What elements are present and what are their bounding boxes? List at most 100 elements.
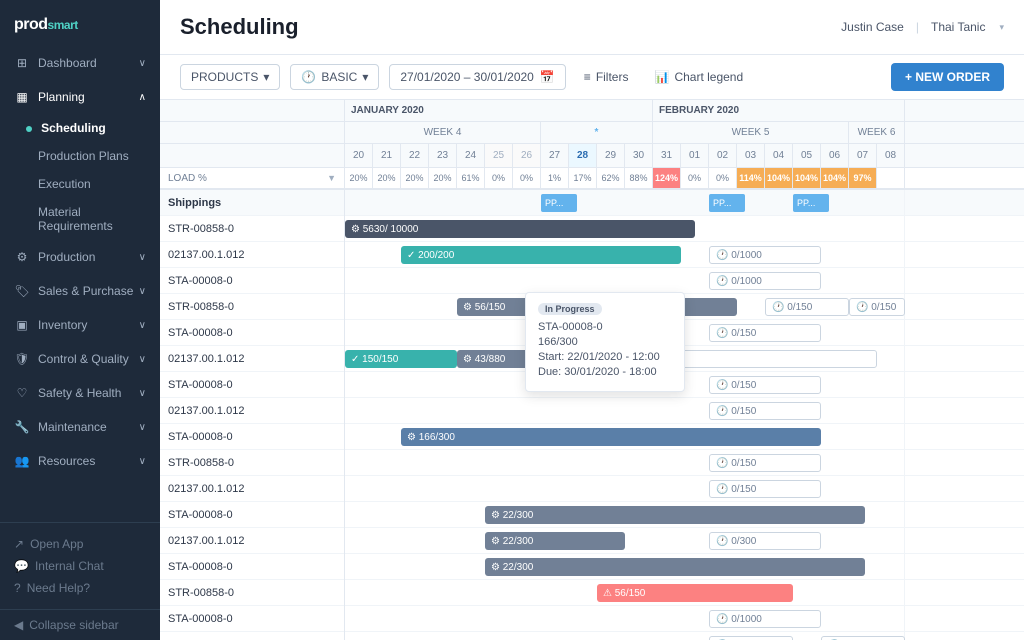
day-30: 30 xyxy=(625,144,653,167)
day-06: 06 xyxy=(821,144,849,167)
load-17: 17% xyxy=(569,168,597,188)
bar-sta-7[interactable]: 🕐 0/1000 xyxy=(709,610,821,628)
external-icon: ↗ xyxy=(14,537,24,551)
bar-str-2c[interactable]: 🕐 0/150 xyxy=(765,298,849,316)
bar-sta-1[interactable]: 🕐 0/1000 xyxy=(709,272,821,290)
chevron-down-icon: ∨ xyxy=(139,456,146,467)
filter-icon: ≡ xyxy=(584,70,591,84)
02137-4-cells: 🕐 0/150 xyxy=(345,476,905,501)
filters-button[interactable]: ≡ Filters xyxy=(576,65,637,89)
sidebar-item-inventory[interactable]: ▣ Inventory ∨ xyxy=(0,308,160,342)
chart-legend-button[interactable]: 📊 Chart legend xyxy=(646,65,751,89)
gantt-chart: LOAD % ▼ Shippings STR-00858-0 02137.00.… xyxy=(160,100,1024,640)
main-content: Scheduling Justin Case | Thai Tanic ▾ PR… xyxy=(160,0,1024,640)
load-1: 1% xyxy=(541,168,569,188)
chevron-down-icon: ∨ xyxy=(139,422,146,433)
bar-sta-4[interactable]: ⚙ 166/300 xyxy=(401,428,821,446)
new-order-button[interactable]: + NEW ORDER xyxy=(891,63,1004,91)
sidebar-item-sales-purchase[interactable]: 🏷 Sales & Purchase ∨ xyxy=(0,274,160,308)
need-help-link[interactable]: ? Need Help? xyxy=(14,577,146,599)
sidebar-item-production[interactable]: ⚙ Production ∨ xyxy=(0,240,160,274)
bar-str-1[interactable]: ⚙ 5630/ 10000 xyxy=(345,220,695,238)
sidebar-subitem-scheduling[interactable]: Scheduling xyxy=(0,114,160,142)
bar-02137-1b[interactable]: 🕐 0/1000 xyxy=(709,246,821,264)
toolbar: PRODUCTS ▾ 🕐 BASIC ▾ 27/01/2020 – 30/01/… xyxy=(160,55,1024,100)
calendar-icon: ▦ xyxy=(14,89,30,105)
question-icon: ? xyxy=(14,581,21,595)
row-label-02137-5: 02137.00.1.012 xyxy=(160,528,344,554)
date-range-picker[interactable]: 27/01/2020 – 30/01/2020 📅 xyxy=(389,64,565,90)
collapse-sidebar-button[interactable]: ◀ Collapse sidebar xyxy=(0,609,160,640)
bar-sta-5[interactable]: ⚙ 22/300 xyxy=(485,506,865,524)
bar-sta-2[interactable]: 🕐 0/150 xyxy=(709,324,821,342)
row-label-sta-00008-0-5: STA-00008-0 xyxy=(160,502,344,528)
workspace-caret[interactable]: ▾ xyxy=(999,22,1004,33)
sidebar-item-dashboard[interactable]: ⊞ Dashboard ∨ xyxy=(0,46,160,80)
bar-pp-jan[interactable]: PP... xyxy=(541,194,577,212)
grid-icon: ⊞ xyxy=(14,55,30,71)
load-empty xyxy=(877,168,905,188)
tooltip-due: Due: 30/01/2020 - 18:00 xyxy=(538,366,672,378)
sidebar-item-label: Dashboard xyxy=(38,56,97,70)
chevron-down-icon: ∨ xyxy=(139,388,146,399)
sidebar-item-maintenance[interactable]: 🔧 Maintenance ∨ xyxy=(0,410,160,444)
chart-legend-label: Chart legend xyxy=(674,70,743,84)
bar-str-5b[interactable]: 🕐 0/1000 xyxy=(821,636,905,640)
bar-str-4-red[interactable]: ⚠ 56/150 xyxy=(597,584,793,602)
sidebar-item-resources[interactable]: 👥 Resources ∨ xyxy=(0,444,160,478)
day-05: 05 xyxy=(793,144,821,167)
bar-02137-2c[interactable] xyxy=(681,350,877,368)
sidebar-subitem-material-requirements[interactable]: Material Requirements xyxy=(0,198,160,240)
internal-chat-link[interactable]: 💬 Internal Chat xyxy=(14,555,146,577)
subitem-label: Production Plans xyxy=(38,149,129,163)
chevron-down-icon: ∨ xyxy=(139,58,146,69)
gantt-row-02137-4: 🕐 0/150 xyxy=(345,476,1024,502)
sidebar-item-label: Resources xyxy=(38,454,95,468)
load-header-left: LOAD % ▼ xyxy=(160,168,344,190)
chevron-down-icon: ∨ xyxy=(139,286,146,297)
tooltip-title: In Progress xyxy=(538,303,672,315)
cog-icon: ⚙ xyxy=(14,249,30,265)
view-mode-button[interactable]: 🕐 BASIC ▾ xyxy=(290,64,379,90)
gantt-row-str-5: 🕐 0/1000 🕐 0/1000 xyxy=(345,632,1024,640)
load-0-4: 0% xyxy=(709,168,737,188)
bar-pp-feb1[interactable]: PP... xyxy=(709,194,745,212)
sidebar-item-safety-health[interactable]: ♡ Safety & Health ∨ xyxy=(0,376,160,410)
load-sort-icon[interactable]: ▼ xyxy=(327,173,336,183)
tooltip-start: Start: 22/01/2020 - 12:00 xyxy=(538,351,672,363)
users-icon: 👥 xyxy=(14,453,30,469)
open-app-link[interactable]: ↗ Open App xyxy=(14,533,146,555)
wrench-icon: 🔧 xyxy=(14,419,30,435)
bar-02137-5b[interactable]: 🕐 0/300 xyxy=(709,532,821,550)
bar-02137-3[interactable]: 🕐 0/150 xyxy=(709,402,821,420)
bar-02137-2a[interactable]: ✓ 150/150 xyxy=(345,350,457,368)
load-0-3: 0% xyxy=(681,168,709,188)
bar-str-5a[interactable]: 🕐 0/1000 xyxy=(709,636,793,640)
sidebar-item-planning[interactable]: ▦ Planning ∧ xyxy=(0,80,160,114)
filters-label: Filters xyxy=(596,70,629,84)
sidebar-subitem-execution[interactable]: Execution xyxy=(0,170,160,198)
day-03: 03 xyxy=(737,144,765,167)
bar-str-2d[interactable]: 🕐 0/150 xyxy=(849,298,905,316)
str-3-cells: 🕐 0/150 xyxy=(345,450,905,475)
user-name: Justin Case xyxy=(841,20,904,34)
gantt-row-02137-1: ✓ 200/200 🕐 0/1000 xyxy=(345,242,1024,268)
load-62: 62% xyxy=(597,168,625,188)
bar-pp-feb2[interactable]: PP... xyxy=(793,194,829,212)
week-6-partial: WEEK 6 xyxy=(849,122,905,143)
bar-02137-5a[interactable]: ⚙ 22/300 xyxy=(485,532,625,550)
week-4: WEEK 4 xyxy=(345,122,541,143)
day-28-today: 28 xyxy=(569,144,597,167)
bar-02137-1[interactable]: ✓ 200/200 xyxy=(401,246,681,264)
bar-sta-6[interactable]: ⚙ 22/300 xyxy=(485,558,865,576)
bar-02137-4[interactable]: 🕐 0/150 xyxy=(709,480,821,498)
sidebar-item-control-quality[interactable]: 🛡 Control & Quality ∨ xyxy=(0,342,160,376)
logo: prodsmart xyxy=(0,0,160,46)
bar-sta-3[interactable]: 🕐 0/150 xyxy=(709,376,821,394)
workspace-name: Thai Tanic xyxy=(931,20,985,34)
sidebar-subitem-production-plans[interactable]: Production Plans xyxy=(0,142,160,170)
bar-str-3[interactable]: 🕐 0/150 xyxy=(709,454,821,472)
subitem-label: Material Requirements xyxy=(38,205,113,233)
products-button[interactable]: PRODUCTS ▾ xyxy=(180,64,280,90)
gantt-row-02137-5: ⚙ 22/300 🕐 0/300 xyxy=(345,528,1024,554)
